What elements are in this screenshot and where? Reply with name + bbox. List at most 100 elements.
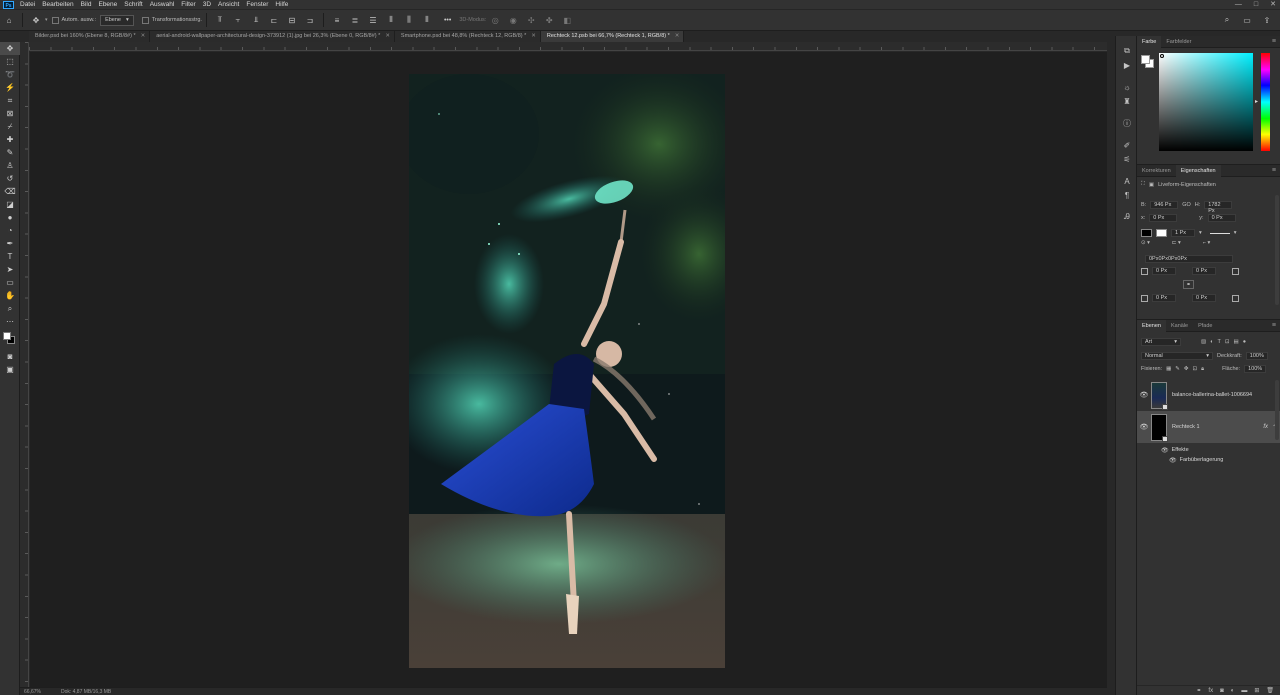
- zoom-level[interactable]: 66,67%: [24, 688, 41, 695]
- filter-shape-icon[interactable]: ⊡: [1225, 339, 1230, 345]
- height-field[interactable]: 1782 Px: [1204, 201, 1233, 214]
- move-tool-icon[interactable]: ✥: [0, 42, 20, 55]
- glyphs-icon[interactable]: Ꭿ: [1116, 210, 1138, 224]
- eraser-tool-icon[interactable]: ⌫: [0, 185, 20, 198]
- eye-icon[interactable]: 👁︎: [1161, 447, 1169, 454]
- hue-slider[interactable]: [1261, 53, 1270, 151]
- more-options-button[interactable]: •••: [444, 17, 451, 24]
- blur-tool-icon[interactable]: ●: [0, 211, 20, 224]
- tab-rechteck-12[interactable]: Rechteck 12.psb bei 66,7% (Rechteck 1, R…: [540, 31, 685, 42]
- tab-kanaele[interactable]: Kanäle: [1166, 320, 1193, 332]
- share-icon[interactable]: ⇪: [1261, 14, 1273, 26]
- eye-icon[interactable]: 👁︎: [1137, 423, 1151, 431]
- radius-bottom-right-field[interactable]: 0 Px: [1192, 294, 1216, 302]
- info-icon[interactable]: ⓘ: [1116, 116, 1138, 130]
- distribute-left-icon[interactable]: ⦀: [385, 14, 397, 26]
- adjustment-icon[interactable]: ◐: [1231, 688, 1235, 694]
- 3d-pan-icon[interactable]: ✣: [525, 14, 537, 26]
- filter-adjustment-icon[interactable]: ◐: [1210, 339, 1213, 345]
- workspace-icon[interactable]: ▭: [1241, 14, 1253, 26]
- color-picker-field[interactable]: [1159, 53, 1253, 151]
- menu-bearbeiten[interactable]: Bearbeiten: [42, 0, 73, 9]
- group-icon[interactable]: ▬: [1241, 688, 1247, 694]
- link-radii-icon[interactable]: ⚭: [1183, 280, 1195, 289]
- tab-eigenschaften[interactable]: Eigenschaften: [1175, 164, 1221, 177]
- ruler-horizontal[interactable]: [29, 42, 1107, 51]
- 3d-scale-icon[interactable]: ◧: [561, 14, 573, 26]
- tab-korrekturen[interactable]: Korrekturen: [1137, 165, 1176, 177]
- 3d-slide-icon[interactable]: ✤: [543, 14, 555, 26]
- healing-brush-tool-icon[interactable]: ✚: [0, 133, 20, 146]
- maximize-button[interactable]: □: [1254, 0, 1258, 9]
- eye-icon[interactable]: 👁︎: [1169, 457, 1177, 464]
- transform-controls-checkbox[interactable]: [141, 16, 149, 24]
- distribute-right-icon[interactable]: ⫴: [421, 14, 433, 26]
- more-tools-icon[interactable]: ⋯: [0, 315, 20, 328]
- align-vcenter-icon[interactable]: ⫟: [232, 14, 244, 26]
- tab-farbfelder[interactable]: Farbfelder: [1161, 36, 1196, 48]
- align-bottom-icon[interactable]: ⫫: [250, 14, 262, 26]
- paragraph-icon[interactable]: ¶: [1116, 188, 1138, 202]
- close-icon[interactable]: ✕: [385, 31, 390, 42]
- tab-ebenen[interactable]: Ebenen: [1137, 319, 1166, 332]
- history-brush-tool-icon[interactable]: ↺: [0, 172, 20, 185]
- new-layer-icon[interactable]: ⊞: [1254, 687, 1259, 694]
- panel-menu-icon[interactable]: ≡: [1272, 320, 1276, 332]
- mask-icon[interactable]: ◙: [1220, 688, 1224, 694]
- menu-datei[interactable]: Datei: [20, 0, 35, 9]
- menu-filter[interactable]: Filter: [181, 0, 195, 9]
- panel-menu-icon[interactable]: ≡: [1272, 165, 1276, 177]
- x-field[interactable]: 0 Px: [1149, 214, 1178, 222]
- color-picker-cursor[interactable]: [1160, 54, 1164, 58]
- adjustments-icon[interactable]: ☼: [1116, 80, 1138, 94]
- radius-top-right-field[interactable]: 0 Px: [1192, 267, 1216, 275]
- lock-artboard-icon[interactable]: ⊡: [1193, 366, 1198, 372]
- layer-filter-select[interactable]: Art ▾: [1141, 338, 1181, 346]
- frame-tool-icon[interactable]: ⊠: [0, 107, 20, 120]
- path-selection-tool-icon[interactable]: ➤: [0, 263, 20, 276]
- close-icon[interactable]: ✕: [141, 31, 146, 42]
- search-icon[interactable]: ⌕: [1221, 14, 1233, 26]
- filter-type-icon[interactable]: T: [1218, 339, 1221, 345]
- corner-radii-summary[interactable]: 0Px0Px0Px0Px: [1145, 255, 1233, 263]
- menu-schrift[interactable]: Schrift: [124, 0, 142, 9]
- panel-menu-icon[interactable]: ≡: [1272, 36, 1276, 48]
- move-tool-icon[interactable]: ✥: [30, 14, 42, 26]
- fx-icon[interactable]: fx: [1208, 688, 1213, 694]
- 3d-orbit-icon[interactable]: ◎: [489, 14, 501, 26]
- minimize-button[interactable]: —: [1235, 0, 1242, 9]
- align-top-icon[interactable]: ⫪: [214, 14, 226, 26]
- menu-ebene[interactable]: Ebene: [98, 0, 117, 9]
- ruler-vertical[interactable]: [20, 42, 29, 687]
- crop-tool-icon[interactable]: ⌗: [0, 94, 20, 107]
- link-icon[interactable]: GO: [1182, 202, 1191, 208]
- tab-pfade[interactable]: Pfade: [1193, 320, 1217, 332]
- menu-hilfe[interactable]: Hilfe: [275, 0, 288, 9]
- blend-mode-select[interactable]: Normal ▾: [1141, 352, 1213, 360]
- gradient-tool-icon[interactable]: ◪: [0, 198, 20, 211]
- properties-scrollbar[interactable]: [1275, 195, 1279, 305]
- trash-icon[interactable]: 🗑︎: [1266, 687, 1274, 694]
- libraries-icon[interactable]: ♜: [1116, 94, 1138, 108]
- eye-icon[interactable]: 👁︎: [1137, 391, 1151, 399]
- 3d-roll-icon[interactable]: ◉: [507, 14, 519, 26]
- layers-scrollbar[interactable]: [1275, 380, 1279, 440]
- layer-name[interactable]: balance-ballerina-ballet-1006694: [1172, 392, 1252, 398]
- eyedropper-tool-icon[interactable]: ⌿: [0, 120, 20, 133]
- chevron-down-icon[interactable]: ▾: [1234, 230, 1237, 236]
- quick-mask-icon[interactable]: ◙: [0, 350, 20, 363]
- pen-tool-icon[interactable]: ✒: [0, 237, 20, 250]
- fill-color-swatch[interactable]: [1141, 229, 1152, 237]
- magic-wand-tool-icon[interactable]: ⚡: [0, 81, 20, 94]
- character-icon[interactable]: A: [1116, 174, 1138, 188]
- lock-paint-icon[interactable]: ✎: [1175, 366, 1180, 372]
- tab-farbe[interactable]: Farbe: [1137, 35, 1162, 48]
- menu-bild[interactable]: Bild: [81, 0, 92, 9]
- type-tool-icon[interactable]: T: [0, 250, 20, 263]
- marquee-tool-icon[interactable]: ⬚: [0, 55, 20, 68]
- align-right-icon[interactable]: ⊐: [304, 14, 316, 26]
- foreground-color-swatch[interactable]: [1141, 55, 1150, 64]
- layer-name[interactable]: Rechteck 1: [1172, 424, 1200, 430]
- chevron-down-icon[interactable]: ▾: [45, 17, 48, 23]
- filter-smart-icon[interactable]: ▤: [1234, 339, 1239, 345]
